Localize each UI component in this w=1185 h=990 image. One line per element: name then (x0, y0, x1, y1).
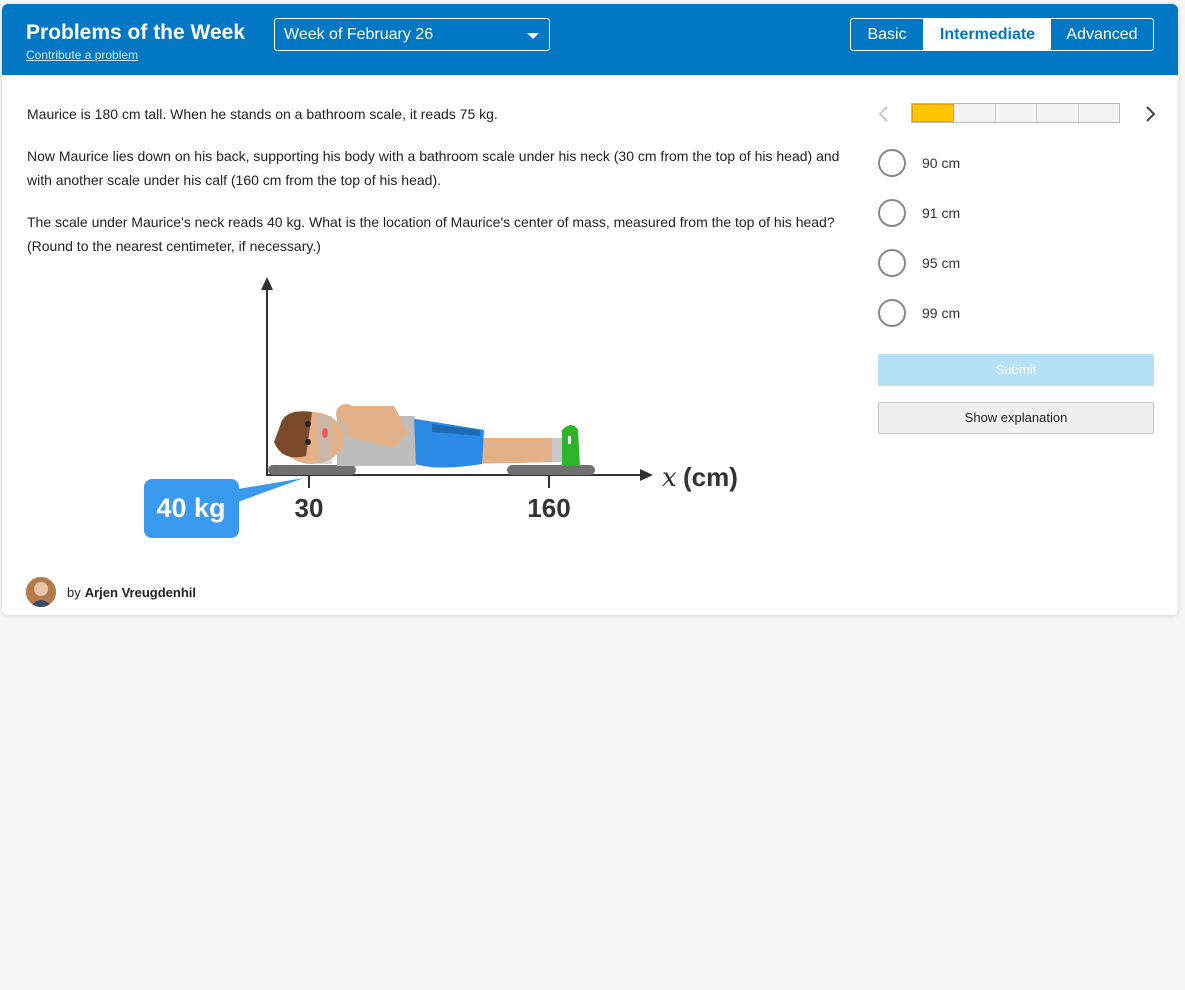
progress-segment-1[interactable] (912, 104, 955, 122)
problem-paragraph-3: The scale under Maurice's neck reads 40 … (27, 214, 835, 254)
prev-arrow-icon[interactable] (876, 104, 892, 124)
radio-button[interactable] (878, 199, 906, 227)
y-axis-arrow (261, 277, 273, 290)
choice-3[interactable]: 95 cm (878, 249, 960, 277)
callout-label: 40 kg (156, 493, 225, 523)
next-arrow-icon[interactable] (1142, 104, 1158, 124)
calf-scale (507, 465, 595, 475)
progress-segment-4[interactable] (1037, 104, 1079, 122)
tick-label-30: 30 (295, 493, 324, 523)
level-intermediate-button[interactable]: Intermediate (924, 19, 1051, 50)
choice-label: 99 cm (922, 305, 961, 321)
axis-unit-label: (cm) (683, 462, 738, 492)
chevron-down-icon (527, 33, 539, 39)
author-name[interactable]: Arjen Vreugdenhil (85, 585, 196, 600)
person-illustration (274, 404, 580, 468)
problem-paragraph-2: Now Maurice lies down on his back, suppo… (27, 148, 840, 188)
submit-button[interactable]: Submit (878, 354, 1154, 386)
week-select[interactable]: Week of February 26 (274, 18, 550, 51)
problem-figure: 40 kg 30 160 x (cm) (132, 266, 772, 551)
progress-segment-2[interactable] (954, 104, 996, 122)
level-basic-button[interactable]: Basic (851, 19, 924, 50)
level-toggle: Basic Intermediate Advanced (850, 18, 1154, 51)
choice-label: 95 cm (922, 255, 961, 271)
problem-card: Problems of the Week Contribute a proble… (2, 4, 1178, 615)
week-select-value: Week of February 26 (284, 26, 434, 43)
x-axis-arrow (640, 469, 653, 481)
callout-pointer (232, 478, 304, 504)
progress-segment-5[interactable] (1078, 104, 1120, 122)
choice-1[interactable]: 90 cm (878, 149, 960, 177)
axis-var: x (662, 463, 677, 493)
page-title: Problems of the Week (26, 21, 246, 44)
figure-svg: 40 kg 30 160 x (cm) (144, 277, 738, 538)
progress-bar (911, 103, 1120, 123)
radio-button[interactable] (878, 299, 906, 327)
neck-scale (268, 465, 356, 475)
radio-button[interactable] (878, 149, 906, 177)
header-bar: Problems of the Week Contribute a proble… (2, 4, 1178, 75)
tick-label-160: 160 (527, 493, 570, 523)
show-explanation-button[interactable]: Show explanation (878, 402, 1154, 434)
choice-4[interactable]: 99 cm (878, 299, 960, 327)
choice-label: 91 cm (922, 205, 961, 221)
avatar-portrait-icon (26, 577, 56, 607)
problem-paragraph-1: Maurice is 180 cm tall. When he stands o… (27, 106, 498, 122)
author-credit: by Arjen Vreugdenhil (26, 577, 196, 607)
author-by-label: by (67, 584, 81, 600)
choice-label: 90 cm (922, 155, 961, 171)
progress-segment-3[interactable] (995, 104, 1038, 122)
level-advanced-button[interactable]: Advanced (1051, 19, 1153, 50)
radio-button[interactable] (878, 249, 906, 277)
avatar (26, 577, 56, 607)
choice-2[interactable]: 91 cm (878, 199, 960, 227)
contribute-link[interactable]: Contribute a problem (26, 48, 138, 62)
